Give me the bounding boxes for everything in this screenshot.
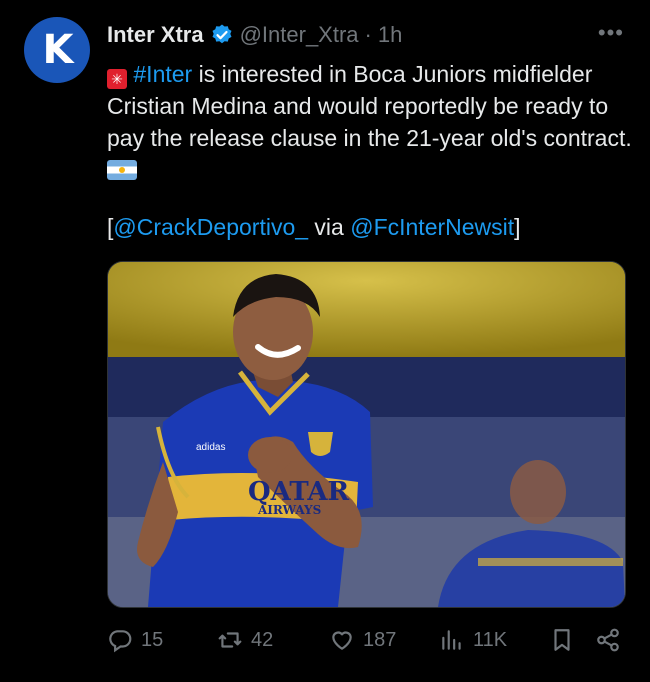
- avatar[interactable]: K: [24, 17, 90, 83]
- verified-badge-icon: [210, 23, 234, 47]
- retweet-button[interactable]: 42: [217, 622, 273, 658]
- share-icon: [597, 628, 619, 652]
- bookmark-icon: [554, 629, 570, 651]
- player-photo: QATAR AIRWAYS adidas: [108, 262, 625, 607]
- source-close-bracket: ]: [514, 214, 521, 240]
- share-button[interactable]: [595, 622, 621, 658]
- argentina-flag-icon: [107, 160, 137, 180]
- retweet-count: 42: [251, 628, 274, 651]
- tweet-image[interactable]: QATAR AIRWAYS adidas: [107, 261, 626, 608]
- author-handle[interactable]: @Inter_Xtra: [240, 22, 359, 48]
- mention-link-2[interactable]: @FcInterNewsit: [350, 214, 514, 240]
- mention-link-1[interactable]: @CrackDeportivo_: [113, 214, 308, 240]
- club-crest-icon: [308, 432, 333, 456]
- views-icon: [442, 630, 461, 650]
- hashtag-link[interactable]: #Inter: [133, 61, 192, 87]
- more-icon[interactable]: •••: [598, 22, 624, 44]
- like-count: 187: [363, 628, 397, 651]
- views-count: 11K: [473, 628, 508, 651]
- bookmark-button[interactable]: [549, 622, 575, 658]
- source-via: via: [308, 214, 351, 240]
- author-name[interactable]: Inter Xtra: [107, 22, 204, 48]
- separator: ·: [364, 22, 372, 47]
- tweet[interactable]: K Inter Xtra @Inter_Xtra · 1h ••• ✳ #Int…: [0, 0, 650, 682]
- like-icon: [332, 631, 352, 650]
- source-line: [@CrackDeportivo_ via @FcInterNewsit]: [107, 211, 521, 243]
- reply-count: 15: [141, 628, 164, 651]
- avatar-logo: K: [42, 27, 74, 73]
- retweet-icon: [218, 632, 242, 648]
- tweet-header: Inter Xtra @Inter_Xtra · 1h: [107, 18, 402, 52]
- tweet-text: ✳ #Inter is interested in Boca Juniors m…: [107, 58, 637, 186]
- views-button[interactable]: 11K: [439, 622, 507, 658]
- jersey-sponsor-subtext: AIRWAYS: [257, 503, 321, 517]
- siren-emoji-icon: ✳: [107, 69, 127, 89]
- reply-icon: [109, 630, 132, 653]
- reply-button[interactable]: 15: [107, 622, 163, 658]
- action-bar: 15 42 187 11K: [107, 622, 627, 658]
- timestamp[interactable]: 1h: [378, 22, 402, 48]
- like-button[interactable]: 187: [329, 622, 396, 658]
- jersey-brand-text: adidas: [196, 442, 225, 453]
